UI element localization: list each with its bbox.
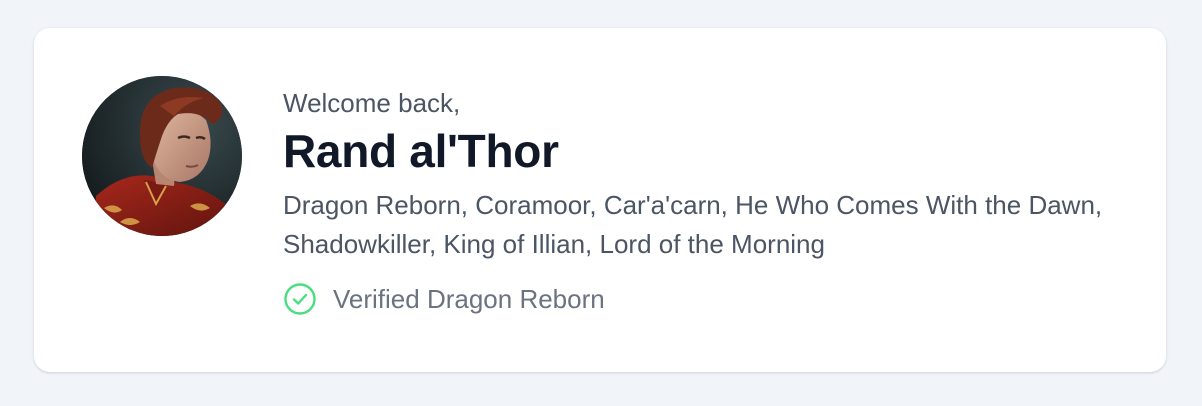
avatar-portrait-image — [82, 76, 242, 236]
profile-info: Welcome back, Rand al'Thor Dragon Reborn… — [283, 86, 1123, 316]
avatar — [82, 76, 242, 236]
check-circle-icon — [283, 282, 317, 316]
user-name: Rand al'Thor — [283, 125, 559, 177]
welcome-text: Welcome back, — [283, 88, 461, 118]
verification-label: Verified Dragon Reborn — [333, 284, 605, 314]
user-titles: Dragon Reborn, Coramoor, Car'a'carn, He … — [283, 190, 1103, 259]
verification-status: Verified Dragon Reborn — [283, 282, 1123, 316]
profile-card: Welcome back, Rand al'Thor Dragon Reborn… — [34, 28, 1166, 372]
